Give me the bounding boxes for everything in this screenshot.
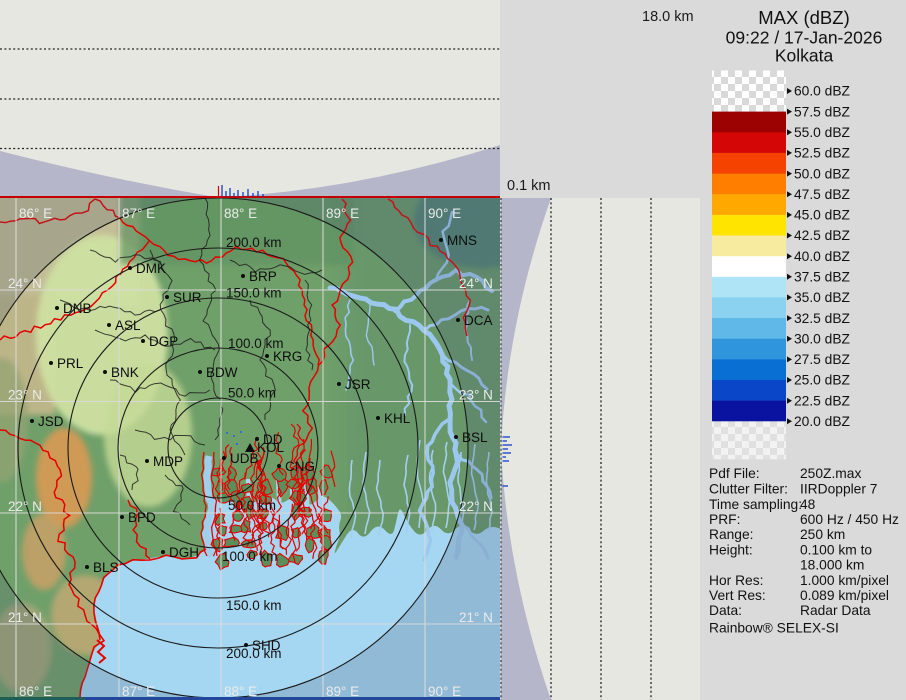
svg-text:1.000 km/pixel: 1.000 km/pixel [800,573,889,588]
svg-text:PRL: PRL [57,356,84,371]
svg-text:87° E: 87° E [122,206,155,221]
svg-text:89° E: 89° E [326,206,359,221]
svg-text:BNK: BNK [111,365,139,380]
svg-text:BRP: BRP [249,269,277,284]
svg-text:24° N: 24° N [459,276,493,291]
svg-text:DGP: DGP [149,334,178,349]
svg-text:86° E: 86° E [19,684,52,699]
svg-text:09:22 / 17-Jan-2026: 09:22 / 17-Jan-2026 [726,28,883,48]
svg-text:BDW: BDW [206,365,238,380]
svg-text:Rainbow® SELEX-SI: Rainbow® SELEX-SI [709,621,839,636]
svg-text:27.5 dBZ: 27.5 dBZ [794,352,850,367]
svg-text:SUR: SUR [173,290,202,305]
svg-text:Pdf File:: Pdf File: [709,466,760,481]
svg-text:SHD: SHD [252,638,281,653]
svg-text:DGH: DGH [169,545,199,560]
svg-text:88° E: 88° E [224,684,257,699]
svg-text:22° N: 22° N [8,499,42,514]
svg-text:BLS: BLS [93,560,119,575]
svg-text:DCA: DCA [464,313,493,328]
svg-text:Time sampling:: Time sampling: [709,497,802,512]
svg-text:57.5 dBZ: 57.5 dBZ [794,104,850,119]
svg-text:50.0 km: 50.0 km [228,386,276,401]
svg-text:21° N: 21° N [8,610,42,625]
svg-text:87° E: 87° E [122,684,155,699]
svg-text:MNS: MNS [447,233,477,248]
svg-text:MAX (dBZ): MAX (dBZ) [758,7,849,28]
svg-text:42.5 dBZ: 42.5 dBZ [794,228,850,243]
svg-text:Vert Res:: Vert Res: [709,588,766,603]
svg-text:Range:: Range: [709,527,754,542]
svg-text:18.000 km: 18.000 km [800,558,864,573]
svg-text:37.5 dBZ: 37.5 dBZ [794,270,850,285]
svg-text:24° N: 24° N [8,276,42,291]
svg-text:35.0 dBZ: 35.0 dBZ [794,290,850,305]
svg-text:ASL: ASL [115,318,141,333]
svg-text:25.0 dBZ: 25.0 dBZ [794,373,850,388]
svg-text:20.0 dBZ: 20.0 dBZ [794,414,850,429]
svg-text:60.0 dBZ: 60.0 dBZ [794,84,850,99]
svg-text:250 km: 250 km [800,527,845,542]
svg-text:23° N: 23° N [459,388,493,403]
svg-text:150.0 km: 150.0 km [226,286,282,301]
svg-text:45.0 dBZ: 45.0 dBZ [794,208,850,223]
svg-text:Height:: Height: [709,543,753,558]
svg-text:89° E: 89° E [326,684,359,699]
svg-text:600 Hz / 450 Hz: 600 Hz / 450 Hz [800,512,899,527]
svg-text:UDB: UDB [230,451,259,466]
svg-text:KHL: KHL [384,411,411,426]
svg-text:32.5 dBZ: 32.5 dBZ [794,311,850,326]
svg-text:KOL: KOL [257,440,285,455]
svg-text:250Z.max: 250Z.max [800,466,861,481]
svg-text:50.0 dBZ: 50.0 dBZ [794,166,850,181]
svg-text:Kolkata: Kolkata [775,46,834,66]
svg-text:MDP: MDP [153,454,183,469]
svg-text:88° E: 88° E [224,206,257,221]
svg-text:90° E: 90° E [428,206,461,221]
svg-text:BPD: BPD [128,510,156,525]
svg-text:CNG: CNG [285,459,315,474]
svg-text:22° N: 22° N [459,499,493,514]
svg-text:JSR: JSR [345,377,371,392]
svg-text:0.1 km: 0.1 km [507,178,551,194]
svg-text:0.100 km to: 0.100 km to [800,543,872,558]
svg-text:55.0 dBZ: 55.0 dBZ [794,125,850,140]
svg-text:48: 48 [800,497,816,512]
svg-text:Hor Res:: Hor Res: [709,573,763,588]
svg-text:86° E: 86° E [19,206,52,221]
svg-text:0.089 km/pixel: 0.089 km/pixel [800,588,889,603]
svg-text:JSD: JSD [38,414,64,429]
svg-text:30.0 dBZ: 30.0 dBZ [794,331,850,346]
svg-text:40.0 dBZ: 40.0 dBZ [794,249,850,264]
svg-text:50.0 km: 50.0 km [228,498,276,513]
svg-text:BSL: BSL [462,430,488,445]
svg-text:100.0 km: 100.0 km [222,549,278,564]
svg-text:47.5 dBZ: 47.5 dBZ [794,187,850,202]
svg-text:90° E: 90° E [428,684,461,699]
svg-text:Data:: Data: [709,603,742,618]
svg-text:150.0 km: 150.0 km [226,598,282,613]
svg-text:Radar Data: Radar Data [800,603,871,618]
svg-text:52.5 dBZ: 52.5 dBZ [794,146,850,161]
svg-text:PRF:: PRF: [709,512,740,527]
svg-text:KRG: KRG [273,349,302,364]
svg-text:DMK: DMK [136,261,166,276]
svg-text:18.0 km: 18.0 km [642,9,694,25]
svg-text:200.0 km: 200.0 km [226,235,282,250]
svg-text:23° N: 23° N [8,388,42,403]
svg-text:22.5 dBZ: 22.5 dBZ [794,393,850,408]
svg-text:IIRDoppler 7: IIRDoppler 7 [800,482,877,497]
svg-text:DNB: DNB [63,301,92,316]
svg-text:Clutter Filter:: Clutter Filter: [709,482,788,497]
svg-text:21° N: 21° N [459,610,493,625]
